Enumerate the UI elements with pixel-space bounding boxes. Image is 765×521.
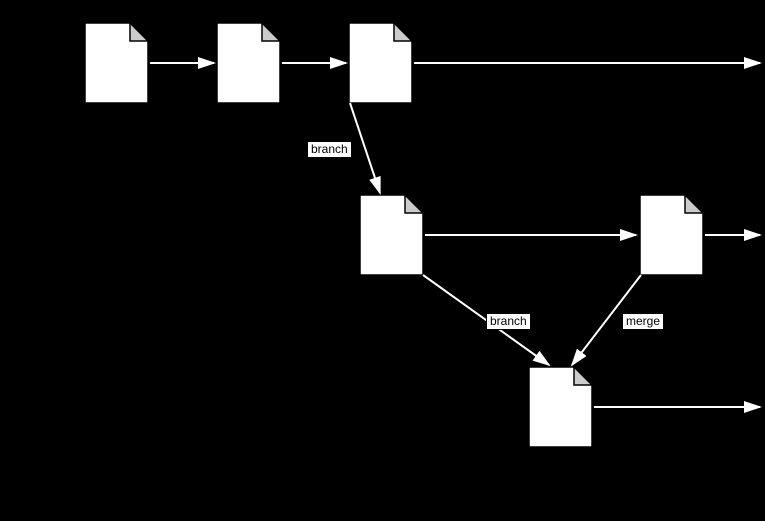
branch-arrow [350, 103, 380, 193]
file-icon [640, 195, 703, 275]
file-icon [529, 367, 592, 447]
diagram-canvas [0, 0, 765, 521]
merge-label: merge [622, 313, 664, 330]
file-icon [349, 23, 412, 103]
branch-label: branch [307, 141, 352, 158]
file-icon [85, 23, 148, 103]
file-icon [217, 23, 280, 103]
branch-label: branch [486, 313, 531, 330]
file-icon [360, 195, 423, 275]
